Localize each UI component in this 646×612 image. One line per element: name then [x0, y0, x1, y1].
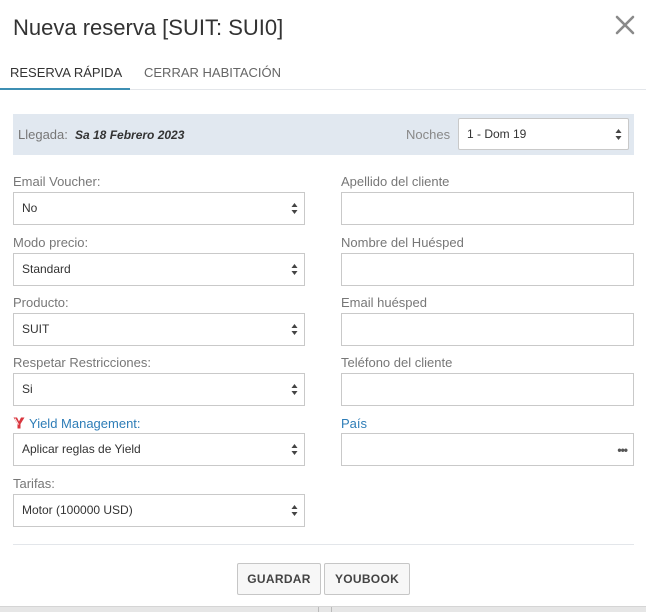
- price-mode-value: Standard: [22, 262, 71, 276]
- yield-label-text: Yield Management:: [29, 416, 141, 431]
- save-button[interactable]: GUARDAR: [237, 563, 321, 595]
- yield-select[interactable]: Aplicar reglas de Yield: [13, 433, 305, 466]
- nights-select-value: 1 - Dom 19: [467, 127, 527, 141]
- footer-divider: [13, 544, 634, 545]
- arrival-bar: Llegada: Sa 18 Febrero 2023 Noches 1 - D…: [13, 114, 634, 155]
- youbook-button[interactable]: YOUBOOK: [324, 563, 410, 595]
- rates-select[interactable]: Motor (100000 USD): [13, 494, 305, 527]
- product-value: SUIT: [22, 322, 50, 336]
- select-arrows-icon: [291, 383, 298, 396]
- arrival-date: Sa 18 Febrero 2023: [75, 128, 185, 142]
- select-arrows-icon: [291, 263, 298, 276]
- guest-email-input[interactable]: [341, 313, 634, 346]
- country-select[interactable]: •••: [341, 433, 634, 466]
- yield-label: Yield Management:: [13, 416, 141, 431]
- yield-logo-icon: [13, 417, 25, 429]
- tab-close-room[interactable]: CERRAR HABITACIÓN: [144, 56, 281, 90]
- surname-label: Apellido del cliente: [341, 174, 450, 189]
- country-label: País: [341, 416, 368, 431]
- nights-label: Noches: [406, 127, 451, 142]
- divider: [318, 607, 319, 612]
- select-arrows-icon: [291, 202, 298, 215]
- select-arrows-icon: [291, 504, 298, 517]
- divider: [331, 607, 332, 612]
- guest-name-label: Nombre del Huésped: [341, 235, 464, 250]
- rates-label: Tarifas:: [13, 476, 55, 491]
- select-arrows-icon: [291, 323, 298, 336]
- phone-label: Teléfono del cliente: [341, 355, 453, 370]
- nights-select[interactable]: 1 - Dom 19: [458, 118, 629, 150]
- price-mode-select[interactable]: Standard: [13, 253, 305, 286]
- email-voucher-value: No: [22, 201, 38, 215]
- arrival-label: Llegada:: [18, 127, 68, 142]
- surname-input[interactable]: [341, 192, 634, 225]
- more-dots-icon[interactable]: •••: [617, 443, 628, 457]
- price-mode-label: Modo precio:: [13, 235, 89, 250]
- guest-name-input[interactable]: [341, 253, 634, 286]
- restrictions-label: Respetar Restricciones:: [13, 355, 151, 370]
- bottom-strip: [0, 606, 646, 612]
- select-arrows-icon: [291, 443, 298, 456]
- rates-value: Motor (100000 USD): [22, 503, 133, 517]
- phone-input[interactable]: [341, 373, 634, 406]
- modal-title: Nueva reserva [SUIT: SUI0]: [13, 15, 284, 40]
- email-voucher-label: Email Voucher:: [13, 174, 101, 189]
- select-arrows-icon: [615, 128, 622, 141]
- restrictions-select[interactable]: Si: [13, 373, 305, 406]
- email-voucher-select[interactable]: No: [13, 192, 305, 225]
- restrictions-value: Si: [22, 382, 33, 396]
- close-icon[interactable]: [614, 12, 636, 38]
- tab-quick-booking[interactable]: RESERVA RÁPIDA: [0, 56, 130, 90]
- product-select[interactable]: SUIT: [13, 313, 305, 346]
- yield-value: Aplicar reglas de Yield: [22, 442, 141, 456]
- product-label: Producto:: [13, 295, 69, 310]
- tab-bar: RESERVA RÁPIDA CERRAR HABITACIÓN: [0, 56, 646, 90]
- guest-email-label: Email huésped: [341, 295, 427, 310]
